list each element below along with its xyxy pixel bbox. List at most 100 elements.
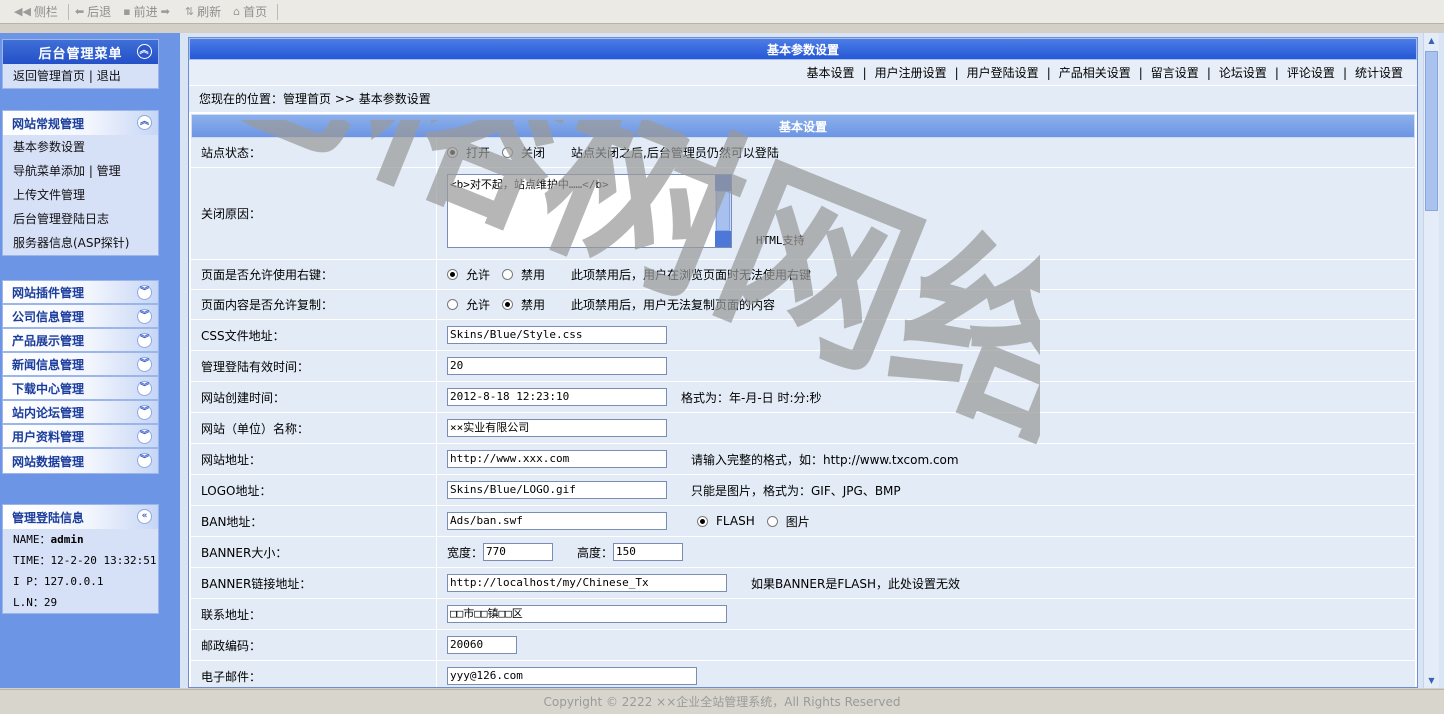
tab-forum[interactable]: 论坛设置: [1211, 64, 1275, 81]
sidebar-item-server-info[interactable]: 服务器信息(ASP探针): [3, 231, 158, 255]
collapse-icon: ◀◀: [14, 5, 31, 18]
row-css: CSS文件地址： Skins/Blue/Style.css: [191, 320, 1415, 351]
banner-link-input[interactable]: http://localhost/my/Chinese_Tx: [447, 574, 727, 592]
row-email: 电子邮件： yyy@126.com: [191, 661, 1415, 687]
scroll-thumb[interactable]: [1425, 51, 1438, 211]
main-menu-header[interactable]: 后台管理菜单 ︽: [3, 40, 158, 64]
section-header: 基本设置: [191, 114, 1415, 138]
ban-input[interactable]: Ads/ban.swf: [447, 512, 667, 530]
chevron-down-icon[interactable]: ︾: [137, 285, 152, 300]
login-time: TIME：12-2-20 13:32:51: [13, 554, 157, 567]
general-menu-header[interactable]: 网站常规管理 ︽: [3, 111, 158, 135]
settings-tabs: 基本设置 | 用户注册设置 | 用户登陆设置 | 产品相关设置 | 留言设置 | 论坛设置…: [189, 60, 1417, 86]
logout-link[interactable]: 退出: [97, 69, 121, 83]
back-icon: ⬅: [74, 5, 85, 18]
main-menu-links: 返回管理首页 | 退出: [13, 69, 121, 83]
banner-height-input[interactable]: 150: [613, 543, 684, 561]
row-banner-link: BANNER链接地址： http://localhost/my/Chinese_…: [191, 568, 1415, 599]
page-scrollbar[interactable]: ▲ ▼: [1423, 33, 1439, 688]
browser-toolbar: ◀◀ 侧栏 ⬅ 后退 ▪ 前进 ➡ ⇅ 刷新 ⌂ 首页: [0, 0, 1444, 24]
tab-statistics[interactable]: 统计设置: [1347, 64, 1411, 81]
logo-input[interactable]: Skins/Blue/LOGO.gif: [447, 481, 667, 499]
dot-icon: ▪: [123, 5, 131, 18]
login-ip: I P：127.0.0.1: [13, 575, 104, 588]
scroll-up-icon[interactable]: [715, 175, 731, 191]
banner-width-input[interactable]: 770: [483, 543, 554, 561]
login-time-input[interactable]: 20: [447, 357, 667, 375]
created-input[interactable]: 2012-8-18 12:23:10: [447, 388, 667, 406]
address-input[interactable]: □□市□□镇□□区: [447, 605, 727, 623]
copy-allow-radio[interactable]: [447, 299, 458, 310]
login-info-header[interactable]: 管理登陆信息 «: [3, 505, 158, 529]
forward-button[interactable]: ▪ 前进 ➡: [117, 2, 179, 22]
home-link[interactable]: 返回管理首页: [13, 69, 85, 83]
refresh-button[interactable]: ⇅ 刷新: [179, 2, 227, 22]
group-users[interactable]: 用户资料管理 ︾: [3, 425, 158, 449]
row-close-reason: 关闭原因： <b>对不起，站点维护中……</b> HTML支持: [191, 168, 1415, 260]
sidebar-item-upload-files[interactable]: 上传文件管理: [3, 183, 158, 207]
status-closed-radio[interactable]: [502, 147, 514, 158]
ban-flash-radio[interactable]: [697, 515, 708, 527]
group-products[interactable]: 产品展示管理 ︾: [3, 329, 158, 353]
css-input[interactable]: Skins/Blue/Style.css: [447, 326, 667, 344]
chevron-up-icon[interactable]: ︽: [137, 115, 152, 130]
sidebar-item-nav-menu[interactable]: 导航菜单添加 | 管理: [3, 159, 158, 183]
page-title: 基本参数设置: [189, 38, 1417, 60]
toolbar-divider: [277, 3, 279, 20]
forward-icon: ➡: [160, 5, 170, 18]
group-downloads[interactable]: 下载中心管理 ︾: [3, 377, 158, 401]
chevron-down-icon[interactable]: ︾: [137, 381, 152, 396]
tab-register[interactable]: 用户注册设置: [867, 64, 955, 81]
chevron-down-icon[interactable]: ︾: [137, 429, 152, 444]
chevron-down-icon[interactable]: ︾: [137, 405, 152, 420]
scroll-thumb[interactable]: [716, 191, 730, 231]
right-click-deny-radio[interactable]: [502, 269, 514, 280]
close-reason-textarea[interactable]: <b>对不起，站点维护中……</b>: [447, 174, 732, 248]
chevron-down-icon[interactable]: ︾: [137, 309, 152, 324]
group-forum[interactable]: 站内论坛管理 ︾: [3, 401, 158, 425]
copy-deny-radio[interactable]: [502, 299, 514, 310]
status-open-radio[interactable]: [447, 147, 458, 158]
back-button[interactable]: ⬅ 后退: [69, 2, 117, 22]
chevron-down-icon[interactable]: ︾: [137, 333, 152, 348]
chevron-down-icon[interactable]: ︾: [137, 357, 152, 372]
email-input[interactable]: yyy@126.com: [447, 667, 697, 685]
sidebar-item-login-log[interactable]: 后台管理登陆日志: [3, 207, 158, 231]
tab-guestbook[interactable]: 留言设置: [1143, 64, 1207, 81]
group-plugins[interactable]: 网站插件管理 ︾: [3, 281, 158, 305]
login-name: NAME：admin: [13, 533, 84, 546]
home-icon: ⌂: [233, 5, 241, 18]
row-address: 联系地址： □□市□□镇□□区: [191, 599, 1415, 630]
row-zip: 邮政编码： 20060: [191, 630, 1415, 661]
row-logo: LOGO地址： Skins/Blue/LOGO.gif 只能是图片，格式为：GIF…: [191, 475, 1415, 506]
tab-products[interactable]: 产品相关设置: [1051, 64, 1139, 81]
chevron-down-icon[interactable]: ︾: [137, 453, 152, 468]
chevron-left-icon[interactable]: «: [137, 509, 152, 524]
sidebar-toggle-button[interactable]: ◀◀ 侧栏: [8, 2, 64, 22]
tab-basic[interactable]: 基本设置: [799, 64, 863, 81]
collapsed-groups: 网站插件管理 ︾ 公司信息管理 ︾ 产品展示管理 ︾ 新闻信息管理 ︾ 下载中心管理 ︾ …: [2, 280, 159, 474]
sidebar-item-basic-settings[interactable]: 基本参数设置: [3, 135, 158, 159]
row-site-status: 站点状态： 打开 关闭 站点关闭之后,后台管理员仍然可以登陆: [191, 138, 1415, 168]
site-name-input[interactable]: ××实业有限公司: [447, 419, 667, 437]
scroll-up-icon[interactable]: ▲: [1424, 33, 1439, 48]
tab-login[interactable]: 用户登陆设置: [959, 64, 1047, 81]
tab-comments[interactable]: 评论设置: [1279, 64, 1343, 81]
group-news[interactable]: 新闻信息管理 ︾: [3, 353, 158, 377]
row-right-click: 页面是否允许使用右键： 允许 禁用 此项禁用后，用户在浏览页面时无法使用右键: [191, 260, 1415, 290]
textarea-scrollbar[interactable]: [715, 175, 731, 247]
site-url-input[interactable]: http://www.xxx.com: [447, 450, 667, 468]
zip-input[interactable]: 20060: [447, 636, 517, 654]
group-company[interactable]: 公司信息管理 ︾: [3, 305, 158, 329]
settings-panel: 基本参数设置 基本设置 | 用户注册设置 | 用户登陆设置 | 产品相关设置 | 留言设…: [188, 37, 1418, 688]
row-site-name: 网站（单位）名称： ××实业有限公司: [191, 413, 1415, 444]
right-click-allow-radio[interactable]: [447, 269, 458, 280]
scroll-down-icon[interactable]: [715, 231, 731, 247]
group-data[interactable]: 网站数据管理 ︾: [3, 449, 158, 473]
row-copy: 页面内容是否允许复制： 允许 禁用 此项禁用后，用户无法复制页面的内容: [191, 290, 1415, 320]
scroll-down-icon[interactable]: ▼: [1424, 673, 1439, 688]
home-button[interactable]: ⌂ 首页: [227, 2, 273, 22]
ban-image-radio[interactable]: [766, 515, 778, 527]
chevron-up-icon[interactable]: ︽: [137, 44, 152, 59]
row-banner-size: BANNER大小： 宽度： 770 高度： 150: [191, 537, 1415, 568]
